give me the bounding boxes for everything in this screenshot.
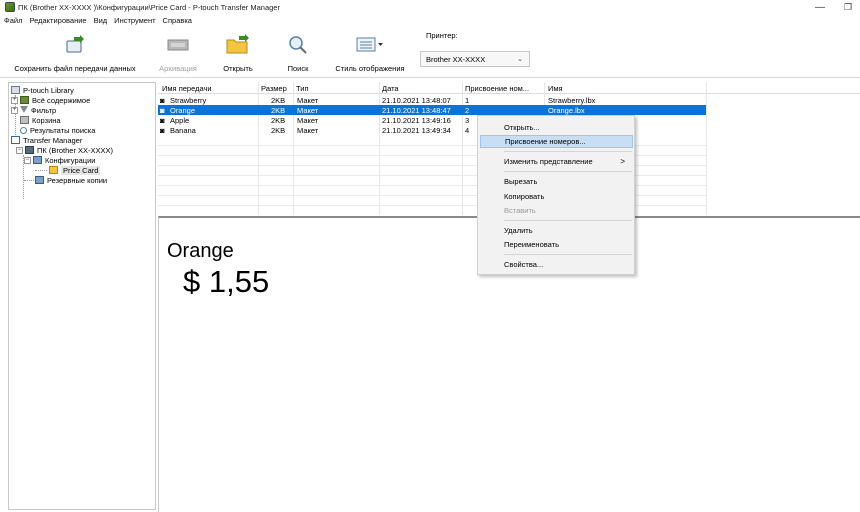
collapse-icon[interactable]: − [24, 156, 31, 164]
menu-help[interactable]: Справка [163, 16, 192, 25]
menu-separator [504, 220, 632, 221]
transfer-manager-icon [11, 136, 20, 144]
save-transfer-icon [64, 32, 86, 58]
tree-item-configurations[interactable]: − Конфигурации [24, 155, 95, 165]
menu-separator [504, 151, 632, 152]
menu-item-delete[interactable]: Удалить [480, 224, 633, 237]
tree-item-transfer-manager[interactable]: Transfer Manager [11, 135, 82, 145]
tree-item-search-results[interactable]: Результаты поиска [20, 125, 95, 135]
save-transfer-file-button[interactable]: Сохранить файл передачи данных [4, 28, 146, 78]
printer-label: Принтер: [426, 31, 458, 40]
open-button[interactable]: Открыть [218, 28, 258, 78]
file-icon: ◙ [160, 106, 165, 115]
menu-item-paste[interactable]: Вставить [480, 204, 633, 217]
chevron-down-icon: ⌄ [517, 56, 523, 63]
column-header-filename[interactable]: Имя [548, 84, 563, 93]
menu-item-cut[interactable]: Вырезать [480, 175, 633, 188]
context-menu: Открыть... Присвоение номеров... Изменит… [477, 115, 635, 275]
preview-price: $ 1,55 [183, 264, 270, 299]
open-label: Открыть [223, 64, 253, 73]
list-header: Имя передачи Размер Тип Дата Присвоение … [158, 82, 860, 94]
filter-icon [20, 106, 28, 114]
all-content-icon [20, 96, 29, 104]
menu-tools[interactable]: Инструмент [114, 16, 155, 25]
chevron-right-icon: > [620, 157, 625, 166]
column-header-name[interactable]: Имя передачи [162, 84, 212, 93]
archive-icon [166, 32, 190, 58]
printer-value: Brother XX-XXXX [426, 54, 486, 64]
backup-icon [35, 176, 44, 184]
minimize-button[interactable]: — [805, 0, 835, 14]
search-label: Поиск [287, 64, 309, 73]
window-title: ПК (Brother XX-XXXX )\Конфигурации\Price… [18, 2, 280, 12]
menu-item-change-view[interactable]: Изменить представление > [480, 155, 633, 168]
column-header-date[interactable]: Дата [382, 84, 399, 93]
expand-icon[interactable]: + [11, 106, 18, 114]
menu-item-rename[interactable]: Переименовать [480, 238, 633, 251]
search-results-icon [20, 126, 27, 134]
search-button[interactable]: Поиск [280, 28, 316, 78]
menu-view[interactable]: Вид [94, 16, 108, 25]
toolbar: Сохранить файл передачи данных Архивация… [0, 28, 860, 78]
tree-item-filter[interactable]: + Фильтр [11, 105, 56, 115]
preview-product-name: Orange [167, 240, 234, 262]
tree-item-price-card[interactable]: Price Card [49, 165, 101, 175]
file-icon: ◙ [160, 126, 165, 135]
title-bar: ПК (Brother XX-XXXX )\Конфигурации\Price… [0, 0, 860, 14]
display-style-icon [355, 32, 385, 58]
menu-edit[interactable]: Редактирование [29, 16, 86, 25]
table-row-selected[interactable]: ◙ Orange 2KB Макет 21.10.2021 13:48:47 2… [158, 105, 706, 115]
menu-item-assign-numbers[interactable]: Присвоение номеров... [480, 135, 633, 148]
menu-bar: Файл Редактирование Вид Инструмент Справ… [0, 14, 860, 27]
column-header-size[interactable]: Размер [261, 84, 287, 93]
tree-item-trash[interactable]: Корзина [20, 115, 61, 125]
tree-item-pc[interactable]: − ПК (Brother XX-XXXX) [16, 145, 113, 155]
table-row[interactable]: ◙ Strawberry 2KB Макет 21.10.2021 13:48:… [158, 95, 706, 105]
configurations-icon [33, 156, 42, 164]
library-tree: P-touch Library + Всё содержимое + Фильт… [8, 82, 156, 510]
printer-icon [25, 146, 34, 154]
tree-item-backups[interactable]: Резервные копии [35, 175, 107, 185]
archive-button[interactable]: Архивация [156, 28, 200, 78]
display-style-label: Стиль отображения [335, 64, 405, 73]
collapse-icon[interactable]: − [16, 146, 23, 154]
printer-select[interactable]: Brother XX-XXXX ⌄ [420, 51, 530, 67]
menu-separator [504, 171, 632, 172]
trash-icon [20, 116, 29, 124]
menu-item-open[interactable]: Открыть... [480, 121, 633, 134]
tree-item-all-content[interactable]: + Всё содержимое [11, 95, 90, 105]
tree-item-library[interactable]: P-touch Library [11, 85, 74, 95]
menu-item-properties[interactable]: Свойства... [480, 258, 633, 271]
close-button[interactable]: ✕ [850, 0, 860, 14]
column-header-type[interactable]: Тип [296, 84, 309, 93]
menu-file[interactable]: Файл [4, 16, 22, 25]
menu-item-copy[interactable]: Копировать [480, 190, 633, 203]
menu-separator [504, 254, 632, 255]
column-header-numbering[interactable]: Присвоение ном... [465, 84, 529, 93]
library-icon [11, 86, 20, 94]
app-icon [5, 2, 15, 12]
file-icon: ◙ [160, 116, 165, 125]
save-transfer-label: Сохранить файл передачи данных [14, 64, 136, 73]
archive-label: Архивация [159, 64, 197, 73]
search-icon [287, 32, 309, 58]
display-style-button[interactable]: Стиль отображения [330, 28, 410, 78]
file-icon: ◙ [160, 96, 165, 105]
folder-icon [49, 166, 58, 174]
expand-icon[interactable]: + [11, 96, 18, 104]
folder-open-icon [225, 32, 251, 58]
